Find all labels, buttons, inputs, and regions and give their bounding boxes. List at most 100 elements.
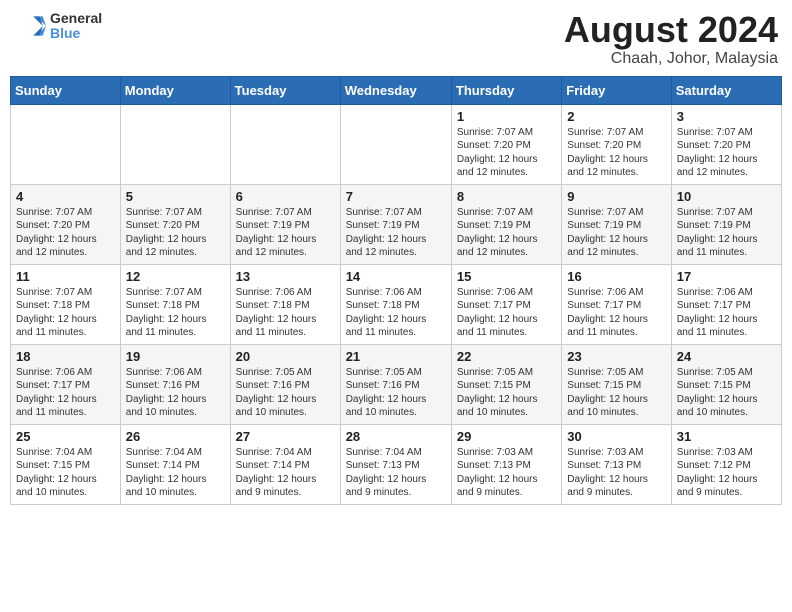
- week-row-1: 1 Sunrise: 7:07 AM Sunset: 7:20 PM Daylig…: [11, 104, 782, 184]
- day-number: 4: [16, 189, 115, 204]
- day-number: 20: [236, 349, 335, 364]
- day-info: Sunrise: 7:03 AM Sunset: 7:12 PM Dayligh…: [677, 446, 776, 500]
- day-number: 8: [457, 189, 556, 204]
- calendar-table: SundayMondayTuesdayWednesdayThursdayFrid…: [10, 76, 782, 505]
- day-info: Sunrise: 7:07 AM Sunset: 7:20 PM Dayligh…: [126, 206, 225, 260]
- day-number: 5: [126, 189, 225, 204]
- calendar-cell: 7 Sunrise: 7:07 AM Sunset: 7:19 PM Daylig…: [340, 184, 451, 264]
- week-row-4: 18 Sunrise: 7:06 AM Sunset: 7:17 PM Dayli…: [11, 344, 782, 424]
- day-info: Sunrise: 7:04 AM Sunset: 7:14 PM Dayligh…: [236, 446, 335, 500]
- day-info: Sunrise: 7:05 AM Sunset: 7:15 PM Dayligh…: [567, 366, 665, 420]
- calendar-cell: 17 Sunrise: 7:06 AM Sunset: 7:17 PM Dayli…: [671, 264, 781, 344]
- day-number: 21: [346, 349, 446, 364]
- day-info: Sunrise: 7:07 AM Sunset: 7:20 PM Dayligh…: [677, 126, 776, 180]
- day-number: 7: [346, 189, 446, 204]
- day-number: 19: [126, 349, 225, 364]
- day-number: 13: [236, 269, 335, 284]
- day-info: Sunrise: 7:03 AM Sunset: 7:13 PM Dayligh…: [567, 446, 665, 500]
- calendar-cell: 10 Sunrise: 7:07 AM Sunset: 7:19 PM Dayli…: [671, 184, 781, 264]
- day-number: 1: [457, 109, 556, 124]
- day-info: Sunrise: 7:07 AM Sunset: 7:20 PM Dayligh…: [457, 126, 556, 180]
- week-row-3: 11Sunrise: 7:07 AM Sunset: 7:18 PM Dayli…: [11, 264, 782, 344]
- calendar-cell: 26Sunrise: 7:04 AM Sunset: 7:14 PM Dayli…: [120, 424, 230, 504]
- location-subtitle: Chaah, Johor, Malaysia: [564, 50, 778, 68]
- day-info: Sunrise: 7:06 AM Sunset: 7:17 PM Dayligh…: [677, 286, 776, 340]
- day-info: Sunrise: 7:06 AM Sunset: 7:17 PM Dayligh…: [16, 366, 115, 420]
- day-info: Sunrise: 7:07 AM Sunset: 7:19 PM Dayligh…: [346, 206, 446, 260]
- day-info: Sunrise: 7:06 AM Sunset: 7:16 PM Dayligh…: [126, 366, 225, 420]
- day-info: Sunrise: 7:05 AM Sunset: 7:15 PM Dayligh…: [457, 366, 556, 420]
- day-info: Sunrise: 7:05 AM Sunset: 7:15 PM Dayligh…: [677, 366, 776, 420]
- day-info: Sunrise: 7:07 AM Sunset: 7:18 PM Dayligh…: [126, 286, 225, 340]
- weekday-header-sunday: Sunday: [11, 76, 121, 104]
- day-info: Sunrise: 7:07 AM Sunset: 7:20 PM Dayligh…: [567, 126, 665, 180]
- day-info: Sunrise: 7:05 AM Sunset: 7:16 PM Dayligh…: [346, 366, 446, 420]
- calendar-cell: 25Sunrise: 7:04 AM Sunset: 7:15 PM Dayli…: [11, 424, 121, 504]
- calendar-cell: 1 Sunrise: 7:07 AM Sunset: 7:20 PM Daylig…: [451, 104, 561, 184]
- day-number: 25: [16, 429, 115, 444]
- day-info: Sunrise: 7:07 AM Sunset: 7:18 PM Dayligh…: [16, 286, 115, 340]
- day-number: 23: [567, 349, 665, 364]
- calendar-cell: 14 Sunrise: 7:06 AM Sunset: 7:18 PM Dayli…: [340, 264, 451, 344]
- day-info: Sunrise: 7:05 AM Sunset: 7:16 PM Dayligh…: [236, 366, 335, 420]
- day-number: 15: [457, 269, 556, 284]
- logo-text: General Blue: [50, 11, 102, 42]
- calendar-cell: [340, 104, 451, 184]
- week-row-2: 4 Sunrise: 7:07 AM Sunset: 7:20 PM Daylig…: [11, 184, 782, 264]
- day-number: 3: [677, 109, 776, 124]
- calendar-cell: 20 Sunrise: 7:05 AM Sunset: 7:16 PM Dayli…: [230, 344, 340, 424]
- calendar-cell: 5 Sunrise: 7:07 AM Sunset: 7:20 PM Daylig…: [120, 184, 230, 264]
- weekday-header-monday: Monday: [120, 76, 230, 104]
- day-number: 12: [126, 269, 225, 284]
- month-title: August 2024: [564, 10, 778, 50]
- calendar-cell: 21 Sunrise: 7:05 AM Sunset: 7:16 PM Dayli…: [340, 344, 451, 424]
- weekday-header-tuesday: Tuesday: [230, 76, 340, 104]
- day-info: Sunrise: 7:04 AM Sunset: 7:13 PM Dayligh…: [346, 446, 446, 500]
- day-number: 24: [677, 349, 776, 364]
- day-number: 18: [16, 349, 115, 364]
- logo: General Blue: [14, 10, 102, 42]
- calendar-cell: 23 Sunrise: 7:05 AM Sunset: 7:15 PM Dayli…: [562, 344, 671, 424]
- day-number: 22: [457, 349, 556, 364]
- weekday-header-saturday: Saturday: [671, 76, 781, 104]
- calendar-cell: 27Sunrise: 7:04 AM Sunset: 7:14 PM Dayli…: [230, 424, 340, 504]
- day-number: 30: [567, 429, 665, 444]
- calendar-cell: 28Sunrise: 7:04 AM Sunset: 7:13 PM Dayli…: [340, 424, 451, 504]
- day-info: Sunrise: 7:04 AM Sunset: 7:14 PM Dayligh…: [126, 446, 225, 500]
- calendar-cell: [120, 104, 230, 184]
- day-number: 10: [677, 189, 776, 204]
- calendar-cell: 9Sunrise: 7:07 AM Sunset: 7:19 PM Daylig…: [562, 184, 671, 264]
- day-number: 31: [677, 429, 776, 444]
- calendar-cell: 8 Sunrise: 7:07 AM Sunset: 7:19 PM Daylig…: [451, 184, 561, 264]
- day-number: 14: [346, 269, 446, 284]
- calendar-cell: 30 Sunrise: 7:03 AM Sunset: 7:13 PM Dayli…: [562, 424, 671, 504]
- calendar-cell: [11, 104, 121, 184]
- title-block: August 2024 Chaah, Johor, Malaysia: [564, 10, 778, 68]
- day-info: Sunrise: 7:06 AM Sunset: 7:18 PM Dayligh…: [236, 286, 335, 340]
- weekday-header-thursday: Thursday: [451, 76, 561, 104]
- calendar-cell: 2Sunrise: 7:07 AM Sunset: 7:20 PM Daylig…: [562, 104, 671, 184]
- calendar-cell: 6 Sunrise: 7:07 AM Sunset: 7:19 PM Daylig…: [230, 184, 340, 264]
- day-info: Sunrise: 7:07 AM Sunset: 7:19 PM Dayligh…: [457, 206, 556, 260]
- calendar-cell: 15 Sunrise: 7:06 AM Sunset: 7:17 PM Dayli…: [451, 264, 561, 344]
- day-info: Sunrise: 7:06 AM Sunset: 7:17 PM Dayligh…: [457, 286, 556, 340]
- day-number: 17: [677, 269, 776, 284]
- day-number: 29: [457, 429, 556, 444]
- page-header: General Blue August 2024 Chaah, Johor, M…: [10, 10, 782, 68]
- day-info: Sunrise: 7:07 AM Sunset: 7:20 PM Dayligh…: [16, 206, 115, 260]
- calendar-cell: 13 Sunrise: 7:06 AM Sunset: 7:18 PM Dayli…: [230, 264, 340, 344]
- day-number: 16: [567, 269, 665, 284]
- logo-icon: [14, 10, 46, 42]
- day-info: Sunrise: 7:07 AM Sunset: 7:19 PM Dayligh…: [677, 206, 776, 260]
- day-info: Sunrise: 7:07 AM Sunset: 7:19 PM Dayligh…: [236, 206, 335, 260]
- calendar-cell: 18 Sunrise: 7:06 AM Sunset: 7:17 PM Dayli…: [11, 344, 121, 424]
- calendar-cell: [230, 104, 340, 184]
- calendar-cell: 29 Sunrise: 7:03 AM Sunset: 7:13 PM Dayli…: [451, 424, 561, 504]
- calendar-cell: 16Sunrise: 7:06 AM Sunset: 7:17 PM Dayli…: [562, 264, 671, 344]
- day-info: Sunrise: 7:03 AM Sunset: 7:13 PM Dayligh…: [457, 446, 556, 500]
- day-info: Sunrise: 7:06 AM Sunset: 7:18 PM Dayligh…: [346, 286, 446, 340]
- day-number: 6: [236, 189, 335, 204]
- week-row-5: 25Sunrise: 7:04 AM Sunset: 7:15 PM Dayli…: [11, 424, 782, 504]
- weekday-header-row: SundayMondayTuesdayWednesdayThursdayFrid…: [11, 76, 782, 104]
- day-info: Sunrise: 7:07 AM Sunset: 7:19 PM Dayligh…: [567, 206, 665, 260]
